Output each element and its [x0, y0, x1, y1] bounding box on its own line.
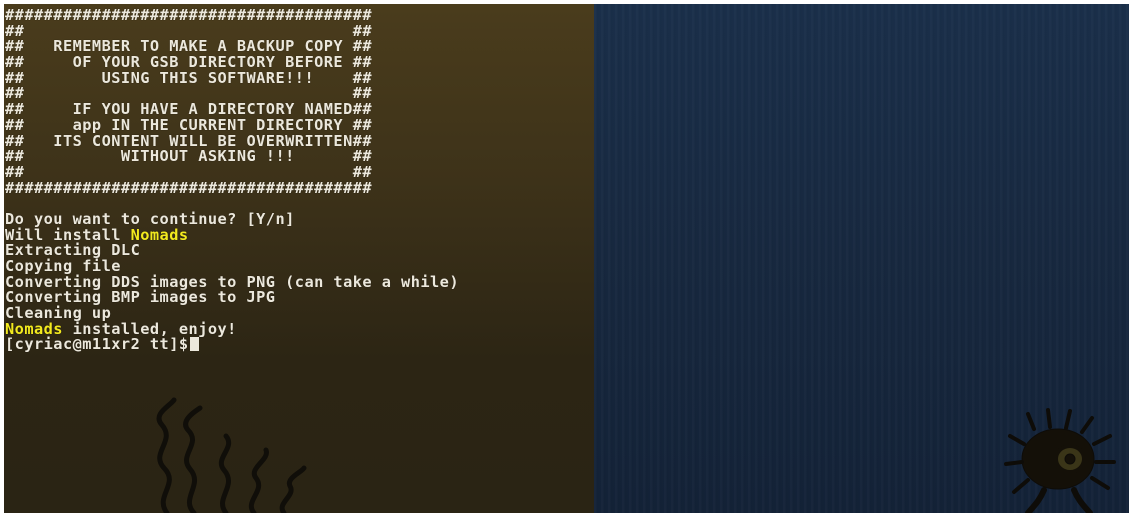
warning-banner: ###################################### #…	[5, 7, 1125, 197]
text-cursor	[189, 337, 199, 352]
terminal-window[interactable]: ###################################### #…	[4, 4, 1129, 513]
banner-line: ######################################	[5, 178, 373, 197]
shell-prompt-line[interactable]: [cyriac@m11xr2 tt]$	[5, 337, 1125, 353]
step-line: Converting BMP images to JPG	[5, 288, 276, 307]
step-line: Extracting DLC	[5, 241, 141, 260]
terminal-output[interactable]: ###################################### #…	[5, 7, 1125, 508]
shell-prompt: [cyriac@m11xr2 tt]$	[5, 335, 189, 354]
will-install-line: Will install Nomads	[5, 227, 1125, 244]
